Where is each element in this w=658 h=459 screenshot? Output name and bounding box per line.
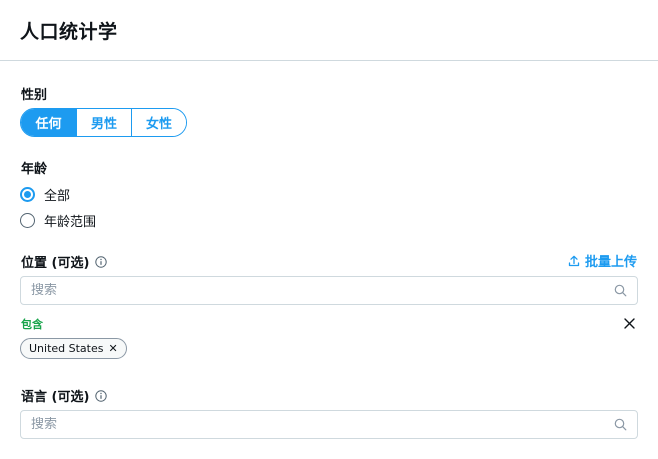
bulk-upload-label: 批量上传 [584,255,637,270]
gender-option-male[interactable]: 男性 [76,109,131,136]
search-icon [614,284,627,297]
gender-segmented-control: 任何 男性 女性 [20,108,187,137]
info-icon[interactable] [95,389,108,402]
location-search-input[interactable] [31,283,614,298]
location-label: 位置 (可选) [21,256,90,271]
gender-option-female[interactable]: 女性 [131,109,186,136]
close-icon[interactable] [624,318,635,329]
upload-icon [568,255,580,266]
age-option-all-label: 全部 [44,189,71,204]
age-option-all[interactable]: 全部 [20,185,70,204]
info-icon[interactable] [95,255,108,268]
gender-option-any[interactable]: 任何 [21,109,76,136]
location-chip: United States ✕ [20,338,127,359]
age-label: 年龄 [21,162,48,177]
location-chip-label: United States [29,342,104,355]
search-icon [614,418,627,431]
language-search-input[interactable] [31,417,614,432]
language-search-field[interactable] [20,410,638,439]
gender-label: 性别 [21,88,48,103]
remove-chip-icon[interactable]: ✕ [109,343,118,354]
bulk-upload-button[interactable]: 批量上传 [568,251,637,270]
location-search-field[interactable] [20,276,638,305]
page-title: 人口统计学 [20,20,118,43]
page-header: 人口统计学 [0,0,658,61]
language-label-row: 语言 (可选) [21,386,108,405]
age-option-range[interactable]: 年龄范围 [20,211,96,230]
radio-checked-icon[interactable] [20,187,35,202]
location-label-row: 位置 (可选) [21,252,108,271]
age-option-range-label: 年龄范围 [44,215,97,230]
include-label: 包含 [21,318,43,331]
radio-unchecked-icon[interactable] [20,213,35,228]
language-label: 语言 (可选) [21,390,90,405]
